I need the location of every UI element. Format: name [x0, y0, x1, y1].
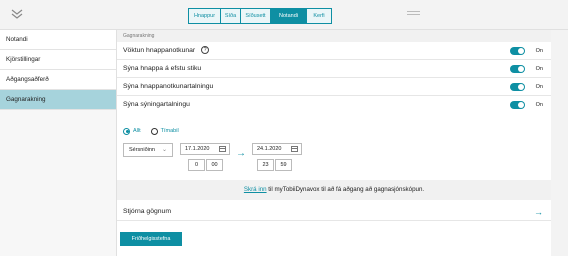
sign-in-banner: Skrá inn til myTobiiDynavox til að fá að…	[117, 180, 551, 200]
arrow-right-icon: →	[534, 207, 543, 217]
from-date-field[interactable]: 17.1.2020	[180, 143, 230, 155]
hamburger-icon[interactable]	[407, 11, 420, 17]
help-icon[interactable]: ?	[201, 46, 210, 55]
from-hour-field[interactable]: 0	[188, 159, 205, 171]
chevron-down-icon: ⌄	[161, 147, 167, 153]
double-chevron-down-icon[interactable]	[10, 7, 24, 21]
banner-text: til myTobiiDynavox til að fá aðgang að g…	[266, 186, 425, 193]
top-bar: Hnappur Síða Síðusett Notandi Kerfi	[0, 0, 568, 30]
period-select[interactable]: Sérsniðinn ⌄	[123, 143, 173, 157]
sidebar-item-kjorstillingar[interactable]: Kjörstillingar	[0, 50, 116, 70]
toggle-state-label: On	[535, 84, 543, 90]
top-tabs: Hnappur Síða Síðusett Notandi Kerfi	[188, 8, 332, 24]
radio-all[interactable]: Allt	[123, 127, 141, 135]
from-date-value: 17.1.2020	[185, 146, 210, 152]
tab-sida[interactable]: Síða	[221, 9, 241, 23]
privacy-policy-button[interactable]: Friðhelgisstefna	[120, 232, 182, 246]
sidebar-item-notandi[interactable]: Notandi	[0, 30, 116, 50]
setting-row-button-count: Sýna hnappanotkunartalningu On	[117, 78, 551, 96]
sidebar-item-gagnarakning[interactable]: Gagnarakning	[0, 90, 116, 110]
radio-period-label: Tímabil	[160, 128, 179, 134]
toggle-state-label: On	[535, 102, 543, 108]
from-minute-field[interactable]: 00	[206, 159, 223, 171]
arrow-right-icon: →	[236, 148, 246, 159]
toggle-state-label: On	[535, 48, 543, 54]
tab-notandi[interactable]: Notandi	[271, 9, 307, 23]
to-date-field[interactable]: 24.1.2020	[252, 143, 302, 155]
setting-row-top-bar-buttons: Sýna hnappa á efstu stiku On	[117, 60, 551, 78]
sign-in-link[interactable]: Skrá inn	[244, 186, 267, 193]
setting-row-button-usage: Vöktun hnappanotkunar? On	[117, 42, 551, 60]
sidebar: Notandi Kjörstillingar Aðgangsaðferð Gag…	[0, 30, 117, 256]
to-hour-field[interactable]: 23	[257, 159, 274, 171]
toggle-switch[interactable]	[510, 101, 525, 109]
setting-row-view-count: Sýna sýningartalningu On	[117, 96, 551, 114]
tab-hnappur[interactable]: Hnappur	[189, 9, 221, 23]
manage-data-label: Stjórna gögnum	[123, 208, 171, 215]
radio-selected-icon	[123, 127, 130, 135]
toggle-switch[interactable]	[510, 83, 525, 91]
radio-period[interactable]: Tímabil	[150, 127, 179, 135]
toggle-switch[interactable]	[510, 47, 525, 55]
radio-all-label: Allt	[133, 128, 141, 134]
period-select-value: Sérsniðinn	[129, 147, 155, 153]
range-radio-group: Allt Tímabil	[123, 126, 179, 136]
tab-sidusett[interactable]: Síðusett	[241, 9, 271, 23]
to-date-value: 24.1.2020	[257, 146, 282, 152]
manage-data-row[interactable]: Stjórna gögnum →	[117, 203, 551, 221]
calendar-icon[interactable]	[219, 146, 226, 152]
to-minute-field[interactable]: 59	[275, 159, 292, 171]
calendar-icon[interactable]	[291, 146, 298, 152]
toggle-state-label: On	[535, 66, 543, 72]
toggle-switch[interactable]	[510, 65, 525, 73]
radio-unselected-icon	[150, 127, 158, 135]
setting-label: Sýna hnappanotkunartalningu	[123, 83, 214, 90]
right-gutter	[551, 30, 568, 256]
setting-label: Vöktun hnappanotkunar	[123, 47, 196, 54]
setting-label: Sýna hnappa á efstu stiku	[123, 65, 202, 72]
tab-kerfi[interactable]: Kerfi	[307, 9, 331, 23]
section-title: Gagnarakning	[117, 30, 551, 42]
setting-label: Sýna sýningartalningu	[123, 101, 190, 108]
sidebar-item-adgangsadferd[interactable]: Aðgangsaðferð	[0, 70, 116, 90]
